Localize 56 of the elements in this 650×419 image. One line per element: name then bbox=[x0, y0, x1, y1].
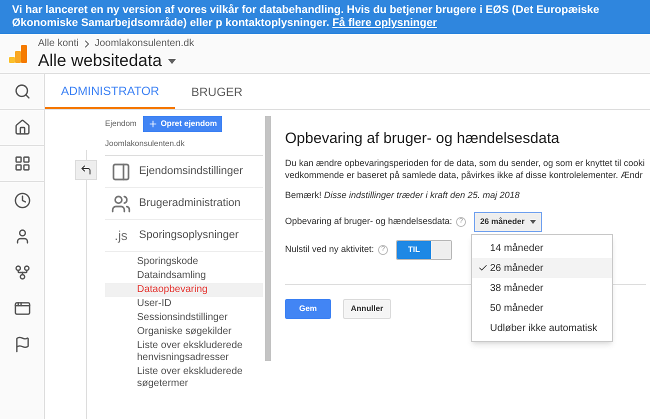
save-button[interactable]: Gem bbox=[285, 299, 331, 319]
sub-nav-item[interactable]: Liste over ekskluderede søgetermer bbox=[105, 365, 263, 391]
nav-label: Ejendomsindstillinger bbox=[139, 164, 243, 180]
cancel-button[interactable]: Annuller bbox=[343, 299, 391, 319]
caret-icon bbox=[530, 220, 536, 224]
reset-label: Nulstil ved ny aktivitet: bbox=[285, 243, 374, 256]
scrollbar[interactable] bbox=[265, 116, 271, 361]
nav-item[interactable]: Ejendomsindstillinger bbox=[105, 156, 263, 188]
clock-icon[interactable] bbox=[14, 192, 30, 208]
sub-nav-item[interactable]: Sessionsindstillinger bbox=[105, 311, 263, 325]
nav-item[interactable]: .js Sporingsoplysninger bbox=[105, 220, 263, 252]
users-icon bbox=[111, 194, 131, 214]
back-arrow-icon bbox=[80, 164, 92, 176]
breadcrumb-item[interactable]: Alle konti bbox=[38, 36, 79, 51]
dropdown-option[interactable]: 38 måneder bbox=[472, 278, 612, 298]
view-selector[interactable]: Alle websitedata bbox=[38, 51, 194, 71]
grid-icon[interactable] bbox=[14, 155, 30, 172]
panel-icon bbox=[111, 162, 131, 182]
caret-icon bbox=[168, 58, 176, 64]
analytics-logo bbox=[8, 44, 28, 64]
sub-nav-item[interactable]: Dataopbevaring bbox=[105, 283, 263, 297]
note-text: Bemærk! Disse indstillinger træder i kraft den 25. maj 2018 bbox=[285, 188, 521, 202]
sub-nav-item[interactable]: User-ID bbox=[105, 297, 263, 311]
description-text: Du kan ændre opbevaringsperioden for de data, som du sender, og som er knyttet til cooki vedkommende er baseret på samlede data, påvirkes ikke af disse kontrolelementer. Ændr bbox=[285, 156, 646, 180]
tab[interactable]: BRUGER bbox=[175, 74, 259, 109]
notice-text: Vi har lanceret en ny version af vores vilkår for databehandling. Hvis du betjener brugere i EØS (Det Europæiske Økonomiske Samarbejdsområde) eller p kontaktoplysninger. Få flere oplysninger bbox=[12, 4, 600, 30]
create-property-button[interactable]: Opret ejendom bbox=[142, 116, 222, 132]
property-name: Joomlakonsulenten.dk bbox=[105, 138, 263, 156]
back-button[interactable] bbox=[75, 160, 97, 180]
fork-icon[interactable] bbox=[14, 264, 30, 280]
sub-nav-item[interactable]: Organiske søgekilder bbox=[105, 325, 263, 339]
retention-label: Opbevaring af bruger- og hændelsesdata: bbox=[285, 215, 452, 228]
dropdown-option[interactable]: 26 måneder bbox=[472, 258, 612, 278]
panel-title: Opbevaring af bruger- og hændelsesdata bbox=[285, 129, 560, 149]
dropdown-option[interactable]: Udløber ikke automatisk bbox=[472, 318, 612, 338]
property-label: Ejendom bbox=[105, 118, 137, 130]
retention-dropdown[interactable]: 26 måneder bbox=[474, 212, 542, 232]
flag-icon[interactable] bbox=[14, 336, 30, 352]
reset-toggle[interactable]: TIL bbox=[396, 240, 452, 260]
check-icon bbox=[478, 263, 488, 273]
dropdown-option[interactable]: 14 måneder bbox=[472, 238, 612, 258]
plus-icon bbox=[148, 119, 158, 129]
sub-nav-item[interactable]: Dataindsamling bbox=[105, 269, 263, 283]
sub-nav-item[interactable]: Sporingskode bbox=[105, 255, 263, 269]
breadcrumb-item[interactable]: Joomlakonsulenten.dk bbox=[94, 36, 194, 51]
js-icon: .js bbox=[114, 226, 128, 246]
sub-nav-item[interactable]: Liste over ekskluderede henvisningsadresser bbox=[105, 339, 263, 365]
tab[interactable]: ADMINISTRATOR bbox=[45, 74, 176, 109]
dropdown-option[interactable]: 50 måneder bbox=[472, 298, 612, 318]
more-info-link[interactable]: Få flere oplysninger bbox=[332, 17, 437, 29]
nav-item[interactable]: Brugeradministration bbox=[105, 188, 263, 220]
nav-label: Brugeradministration bbox=[139, 196, 240, 212]
window-icon[interactable] bbox=[14, 300, 30, 316]
home-icon[interactable] bbox=[14, 119, 30, 136]
search-icon[interactable] bbox=[14, 83, 30, 100]
nav-label: Sporingsoplysninger bbox=[139, 228, 239, 244]
